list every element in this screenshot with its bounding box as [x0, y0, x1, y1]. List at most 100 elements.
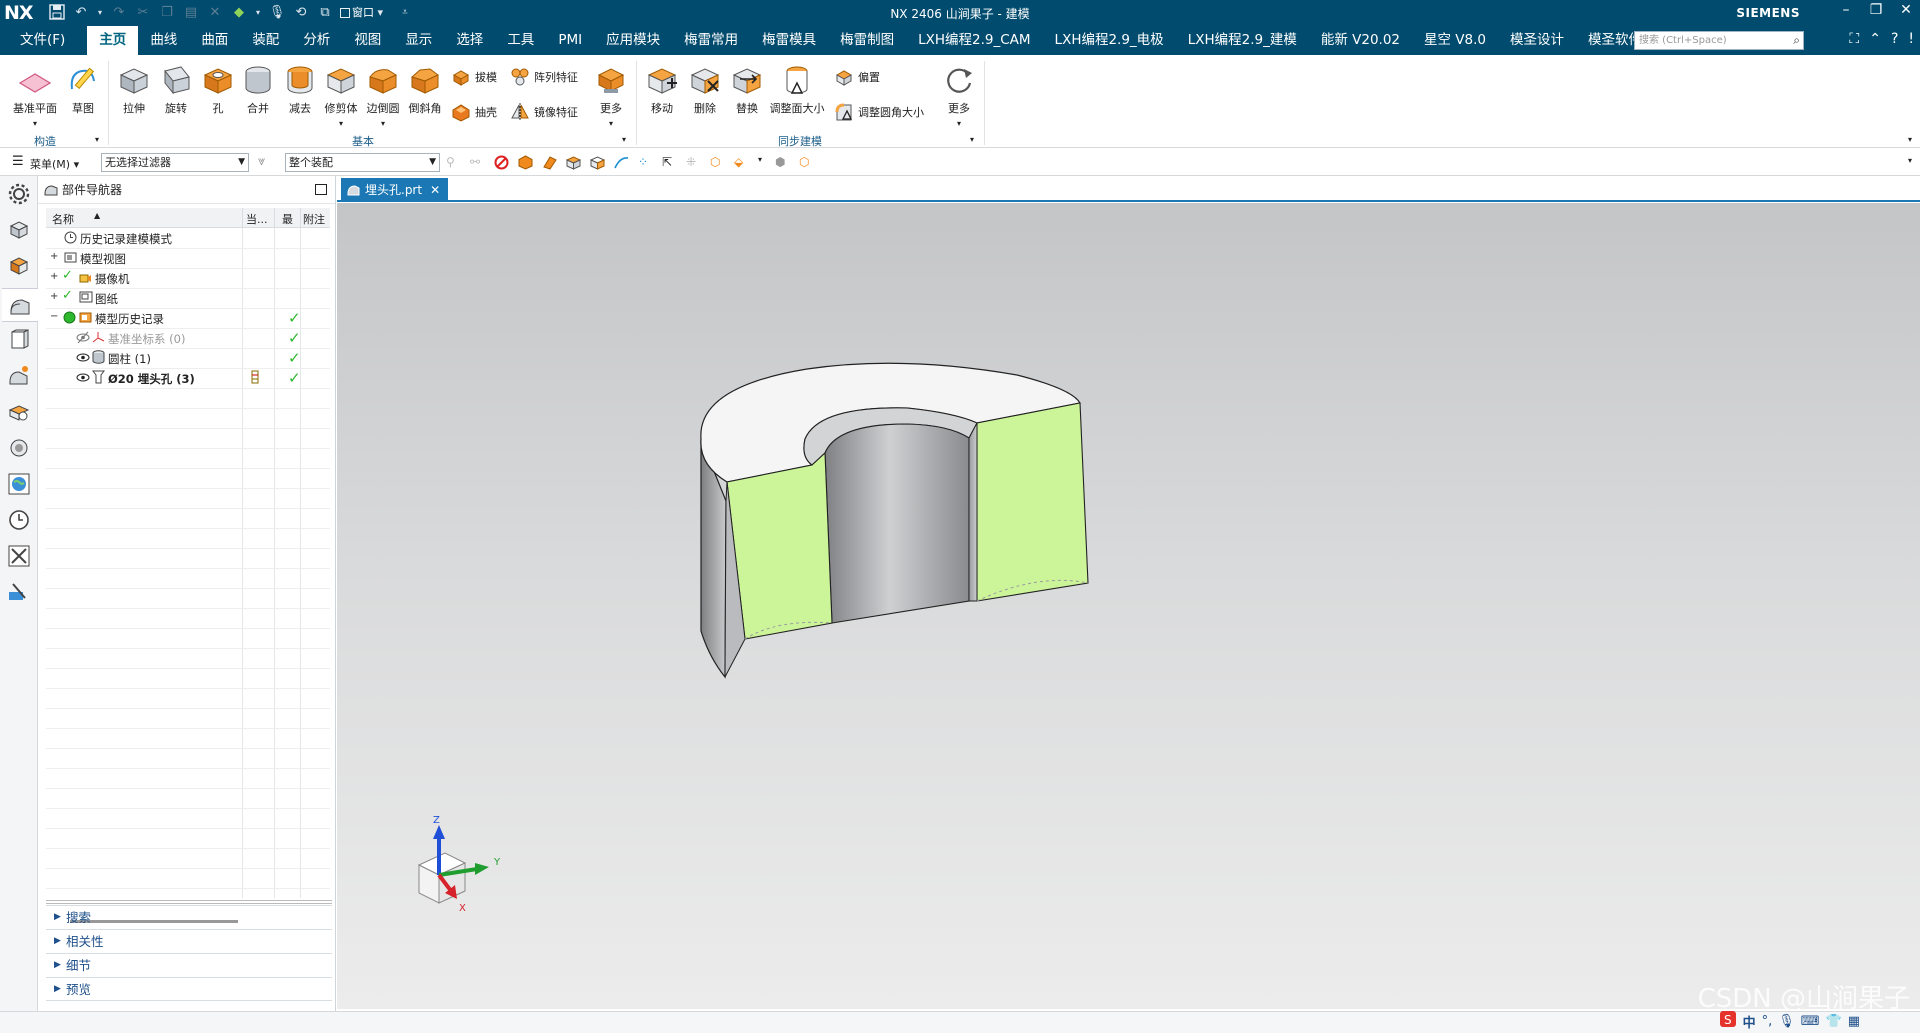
tab-tools[interactable]: 工具 [495, 26, 546, 55]
chevron-down-icon[interactable]: ▾ [95, 135, 99, 144]
search-icon[interactable]: ⌕ [1793, 32, 1800, 49]
tab-lxh-modeling[interactable]: LXH编程2.9_建模 [1176, 26, 1309, 55]
snap-point-icon[interactable]: ⁜ [686, 155, 701, 170]
hd3d-tools-icon[interactable] [7, 364, 31, 388]
keyboard-icon[interactable]: ⌨ [1801, 1014, 1820, 1029]
tools-icon[interactable] [7, 544, 31, 568]
offset-region-button[interactable]: 偏置 [834, 67, 880, 87]
reuse-library-icon[interactable] [7, 328, 31, 352]
eye-icon[interactable] [76, 371, 90, 387]
sketch-button[interactable]: 草图 [64, 63, 102, 116]
hidden-eye-icon[interactable] [76, 331, 90, 347]
eye-icon[interactable] [76, 351, 90, 367]
tab-lxh-cam[interactable]: LXH编程2.9_CAM [906, 26, 1042, 55]
delete-face-button[interactable]: 删除 [685, 63, 725, 116]
select-intent-icon[interactable]: ⇱ [662, 155, 677, 170]
part-navigator-icon[interactable] [2, 288, 38, 322]
toolbar-options-icon[interactable]: ▾ [1908, 156, 1912, 165]
shell-button[interactable]: 抽壳 [451, 102, 497, 122]
punctuation-icon[interactable]: °, [1762, 1014, 1773, 1029]
close-tab-icon[interactable]: ✕ [430, 183, 440, 197]
tree-row-history-mode[interactable]: 历史记录建模模式 [46, 228, 330, 248]
edge-blend-button[interactable]: 边倒圆 ▾ [362, 63, 404, 129]
alert-icon[interactable]: ! [1908, 31, 1914, 47]
ribbon-options-icon[interactable]: ▾ [1908, 135, 1912, 144]
section-search[interactable]: ▶ 搜索 [46, 905, 332, 929]
maximize-panel-icon[interactable] [315, 184, 327, 195]
tab-assembly[interactable]: 装配 [240, 26, 291, 55]
mirror-feature-button[interactable]: 镜像特征 [510, 102, 578, 122]
microphone-icon[interactable]: 🎙 [1778, 1014, 1795, 1029]
tree-row-cameras[interactable]: + ✓ 摄像机 [46, 268, 330, 288]
selection-scope-select[interactable]: 整个装配 ▼ [285, 153, 440, 172]
tree-row-model-views[interactable]: + 模型视图 [46, 248, 330, 268]
resize-blend-button[interactable]: 调整圆角大小 [834, 102, 924, 122]
move-face-button[interactable]: 移动 [642, 63, 682, 116]
tab-analysis[interactable]: 分析 [291, 26, 342, 55]
hamburger-icon[interactable]: ☰ [12, 154, 24, 169]
menu-file[interactable]: 文件(F) [0, 26, 87, 55]
chevron-down-icon[interactable]: ▾ [758, 155, 766, 170]
view-triad[interactable]: Z Y X [409, 815, 539, 935]
expand-icon[interactable]: + [50, 291, 58, 302]
section-details[interactable]: ▶ 细节 [46, 953, 332, 977]
tab-surface[interactable]: 曲面 [189, 26, 240, 55]
ime-logo-icon[interactable]: S [1719, 1010, 1737, 1032]
select-body-icon[interactable] [518, 155, 533, 170]
filter-reset-icon[interactable]: ⩔ [258, 154, 265, 169]
section-dependencies[interactable]: ▶ 相关性 [46, 929, 332, 953]
minimize-icon[interactable]: – [1838, 2, 1854, 18]
sync-more-button[interactable]: 更多 ▾ [940, 63, 978, 129]
hole-button[interactable]: 孔 [198, 63, 238, 116]
tab-xingkong[interactable]: 星空 V8.0 [1412, 26, 1498, 55]
datum-plane-button[interactable]: 基准平面 ▾ [8, 63, 62, 129]
document-tab[interactable]: 埋头孔.prt ✕ [341, 178, 449, 202]
tab-home[interactable]: 主页 [87, 26, 139, 55]
tab-meilei-drafting[interactable]: 梅雷制图 [828, 26, 906, 55]
chevron-down-icon[interactable]: ▾ [622, 135, 626, 144]
column-header-latest[interactable]: 最 [282, 211, 293, 227]
snap-options-icon[interactable]: ⬙ [734, 155, 749, 170]
role-icon[interactable] [7, 580, 31, 604]
revolve-button[interactable]: 旋转 [156, 63, 196, 116]
tree-row-datum-csys[interactable]: 基准坐标系 (0) ✓ [46, 328, 330, 348]
show-hidden-icon[interactable]: ⬢ [775, 155, 790, 170]
chevron-down-icon[interactable]: ▾ [970, 135, 974, 144]
model-section-view[interactable] [337, 203, 1920, 1009]
panel-splitter[interactable] [46, 900, 332, 904]
subtract-button[interactable]: 减去 [280, 63, 320, 116]
column-header-notes[interactable]: 附注 [303, 211, 325, 227]
tab-view[interactable]: 视图 [342, 26, 393, 55]
tree-row-countersink-hole[interactable]: Ø20 埋头孔 (3) ✓ [46, 368, 330, 388]
selection-filter-select[interactable]: 无选择过滤器 ▼ [101, 153, 249, 172]
command-search-input[interactable]: 搜索 (Ctrl+Space) ⌕ [1634, 31, 1804, 50]
chamfer-button[interactable]: 倒斜角 [404, 63, 446, 116]
select-solid-icon[interactable] [565, 155, 582, 170]
select-component-icon[interactable]: ⬡ [710, 155, 725, 170]
select-face-orange-icon[interactable] [542, 155, 557, 170]
history-palette-icon[interactable] [7, 436, 31, 460]
graphics-window[interactable]: Z Y X [337, 203, 1920, 1009]
wireframe-icon[interactable]: ⬡ [799, 155, 814, 170]
expand-icon[interactable]: + [50, 251, 58, 262]
unite-button[interactable]: 合并 [238, 63, 278, 116]
tab-select[interactable]: 选择 [444, 26, 495, 55]
tree-row-drawings[interactable]: + ✓ 图纸 [46, 288, 330, 308]
extrude-button[interactable]: 拉伸 [114, 63, 154, 116]
select-sheet-icon[interactable] [589, 155, 606, 170]
tree-row-model-history[interactable]: − 模型历史记录 ✓ [46, 308, 330, 328]
select-feature-icon[interactable]: ⚲ [446, 155, 461, 170]
toolbox-icon[interactable]: ▦ [1848, 1014, 1860, 1029]
expand-icon[interactable]: + [50, 271, 58, 282]
web-browser-icon[interactable] [7, 400, 31, 424]
tab-pmi[interactable]: PMI [546, 26, 594, 55]
clock-icon[interactable] [7, 508, 31, 532]
fullscreen-icon[interactable]: ⛶ [1849, 31, 1859, 47]
ime-language-label[interactable]: 中 [1743, 1012, 1756, 1031]
resize-face-button[interactable]: 调整面大小 [767, 63, 827, 116]
constraint-navigator-icon[interactable] [7, 254, 31, 278]
collapse-icon[interactable]: − [50, 311, 58, 322]
tab-display[interactable]: 显示 [393, 26, 444, 55]
draft-button[interactable]: 拔模 [451, 67, 497, 87]
section-preview[interactable]: ▶ 预览 [46, 977, 332, 1001]
